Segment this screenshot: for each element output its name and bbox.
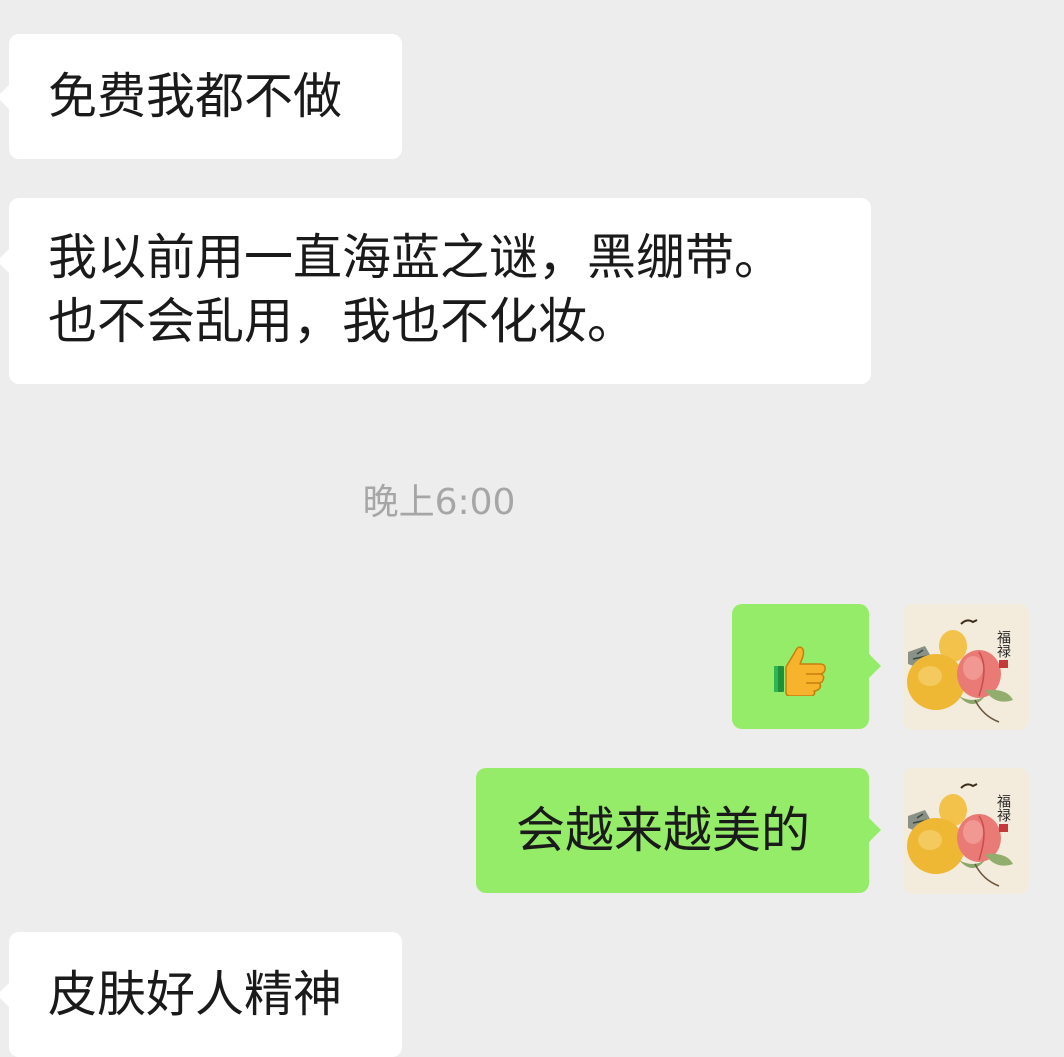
user-avatar[interactable]: 福禄 <box>903 604 1029 730</box>
message-text: 会越来越美的 <box>516 802 811 859</box>
bubble-tail <box>868 817 881 843</box>
fruit-painting-icon: 福禄 <box>903 604 1029 730</box>
message-timestamp: 晚上6:00 <box>362 482 516 523</box>
bubble-tail <box>868 653 881 679</box>
avatar-seal-text: 福禄 <box>995 794 1011 822</box>
incoming-message-bubble[interactable]: 皮肤好人精神 <box>0 932 402 1057</box>
user-avatar[interactable]: 福禄 <box>903 768 1029 894</box>
message-text: 我以前用一直海蓝之谜，黑绷带。 也不会乱用，我也不化妆。 <box>48 229 784 350</box>
fruit-painting-icon: 福禄 <box>903 768 1029 894</box>
incoming-message-bubble[interactable]: 免费我都不做 <box>0 34 402 159</box>
message-text: 免费我都不做 <box>48 68 343 125</box>
bubble-tail <box>0 84 10 110</box>
outgoing-message-bubble[interactable] <box>732 604 881 729</box>
message-text: 皮肤好人精神 <box>48 966 343 1023</box>
thumbs-up-icon <box>774 646 826 696</box>
bubble-tail <box>0 982 10 1008</box>
outgoing-message-bubble[interactable]: 会越来越美的 <box>476 768 881 893</box>
incoming-message-bubble[interactable]: 我以前用一直海蓝之谜，黑绷带。 也不会乱用，我也不化妆。 <box>0 198 871 384</box>
avatar-seal-text: 福禄 <box>995 630 1011 658</box>
bubble-tail <box>0 248 10 274</box>
